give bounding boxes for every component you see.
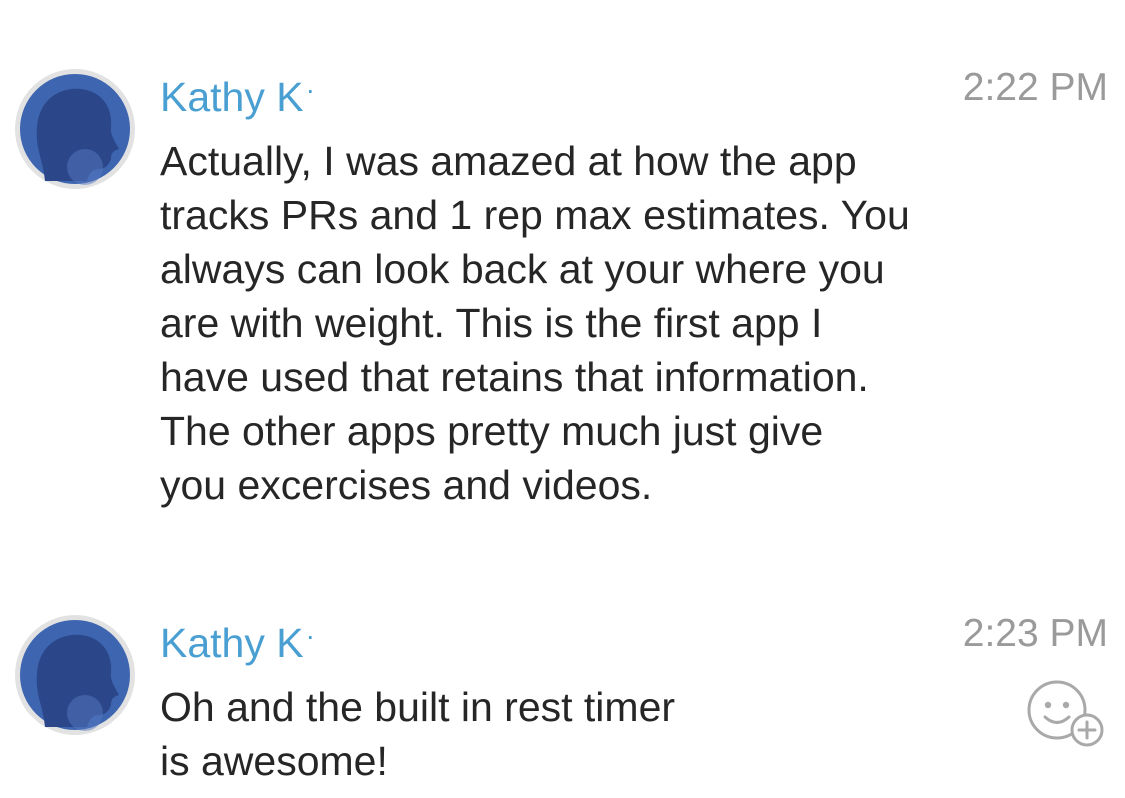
message-line: you excercises and videos. bbox=[160, 462, 653, 508]
add-reaction-button[interactable] bbox=[1025, 678, 1109, 748]
profile-avatar-icon bbox=[20, 620, 130, 731]
author-marker: · bbox=[305, 620, 315, 651]
message-time: 2:22 PM bbox=[962, 66, 1108, 109]
message-author[interactable]: Kathy K· bbox=[160, 612, 315, 667]
message-line: Oh and the built in rest timer bbox=[160, 684, 676, 730]
add-reaction-icon bbox=[1027, 680, 1104, 747]
message-body: Oh and the built in rest timer is awesom… bbox=[160, 680, 1010, 788]
avatar[interactable] bbox=[15, 69, 135, 189]
message-line: are with weight. This is the first app I bbox=[160, 300, 823, 346]
message-item: Kathy K· 2:22 PM Actually, I was amazed … bbox=[0, 0, 1125, 560]
message-line: have used that retains that information. bbox=[160, 354, 869, 400]
message-line: The other apps pretty much just give bbox=[160, 408, 824, 454]
message-line: tracks PRs and 1 rep max estimates. You bbox=[160, 192, 910, 238]
message-line: Actually, I was amazed at how the app bbox=[160, 138, 857, 184]
author-name: Kathy K bbox=[160, 74, 304, 120]
avatar[interactable] bbox=[15, 615, 135, 735]
message-item: Kathy K· 2:23 PM Oh and the built in res… bbox=[0, 560, 1125, 798]
message-time: 2:23 PM bbox=[962, 612, 1108, 655]
message-line: always can look back at your where you bbox=[160, 246, 885, 292]
profile-avatar-icon bbox=[20, 74, 130, 185]
message-author[interactable]: Kathy K· bbox=[160, 66, 315, 121]
author-name: Kathy K bbox=[160, 620, 304, 666]
message-line: is awesome! bbox=[160, 738, 388, 784]
message-body: Actually, I was amazed at how the app tr… bbox=[160, 134, 1010, 512]
author-marker: · bbox=[305, 74, 315, 105]
